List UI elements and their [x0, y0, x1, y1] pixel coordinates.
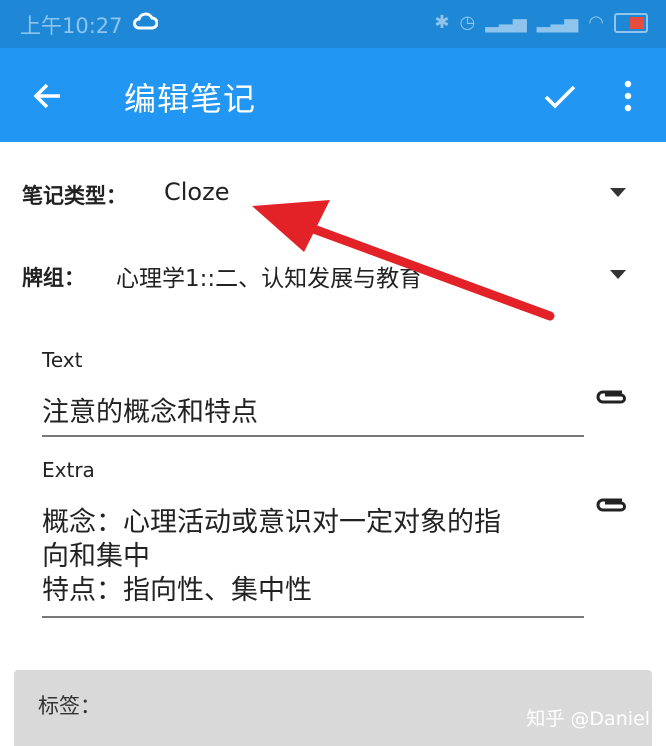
- deck-label: 牌组：: [22, 266, 85, 290]
- arrow-left-icon[interactable]: [30, 78, 66, 114]
- app-bar: 编辑笔记: [0, 48, 666, 142]
- bluetooth-icon: ✱: [434, 12, 450, 33]
- deck-select[interactable]: 心理学1::二、认知发展与教育: [116, 259, 422, 293]
- tags-label: 标签：: [38, 694, 101, 718]
- field-label-extra: Extra: [42, 458, 95, 482]
- cloud-icon: [133, 12, 158, 30]
- field-underline: [42, 435, 584, 437]
- alarm-icon: ◷: [459, 12, 476, 33]
- attachment-icon[interactable]: [594, 386, 628, 406]
- status-time: 上午10:27: [20, 14, 123, 38]
- check-icon[interactable]: [542, 78, 578, 114]
- chevron-down-icon[interactable]: [610, 188, 626, 197]
- status-icons: ✱ ◷ ▂▃▅ ▂▃▅ ◠: [434, 10, 648, 36]
- attachment-icon[interactable]: [594, 494, 628, 514]
- page-title: 编辑笔记: [124, 80, 257, 118]
- wifi-icon: ◠: [588, 12, 604, 33]
- signal-icon: ▂▃▅: [485, 12, 527, 33]
- chevron-down-icon[interactable]: [610, 270, 626, 279]
- field-underline: [42, 616, 584, 618]
- signal-icon: ▂▃▅: [536, 12, 579, 33]
- more-vert-icon[interactable]: [616, 78, 640, 114]
- battery-icon: [614, 13, 648, 33]
- field-label-text: Text: [42, 348, 83, 372]
- note-type-label: 笔记类型：: [22, 184, 127, 208]
- text-field[interactable]: 注意的概念和特点: [42, 396, 258, 430]
- extra-field[interactable]: 概念：心理活动或意识对一定对象的指 向和集中 特点：指向性、集中性: [42, 506, 582, 608]
- watermark: 知乎 @Daniel: [526, 708, 650, 730]
- note-type-select[interactable]: Cloze: [164, 178, 229, 206]
- status-bar: 上午10:27 ✱ ◷ ▂▃▅ ▂▃▅ ◠: [0, 0, 666, 48]
